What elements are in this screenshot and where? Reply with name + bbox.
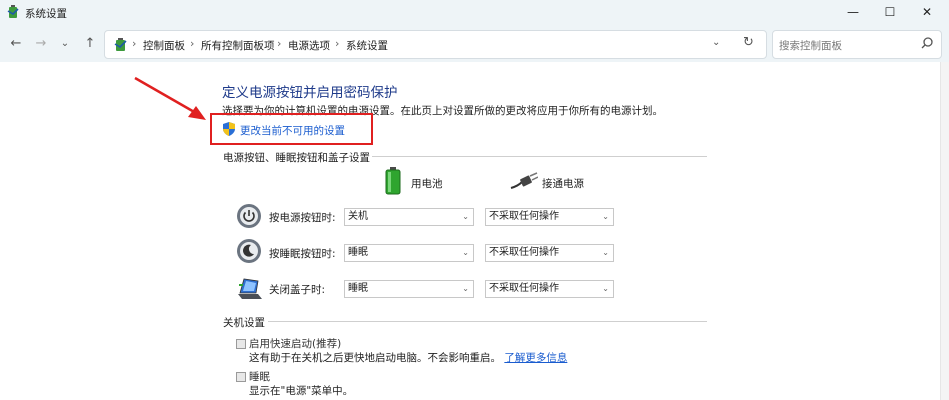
sleep-button-icon: [237, 239, 261, 263]
column-plugged-in: 接通电源: [542, 178, 584, 190]
battery-icon: [385, 167, 401, 195]
chevron-down-icon: ⌄: [462, 212, 469, 221]
power-button-battery-select[interactable]: 关机 ⌄: [344, 208, 474, 226]
fast-startup-desc-text: 这有助于在关机之后更快地启动电脑。不会影响重启。: [249, 352, 501, 364]
power-button-plugged-select[interactable]: 不采取任何操作 ⌄: [485, 208, 614, 226]
section-divider: [372, 156, 707, 157]
power-button-plugged-value: 不采取任何操作: [489, 211, 559, 222]
section-divider: [268, 321, 707, 322]
sleep-button-battery-select[interactable]: 睡眠 ⌄: [344, 244, 474, 262]
power-plug-icon: [510, 172, 538, 189]
laptop-lid-icon: [238, 278, 262, 299]
uac-shield-icon: [223, 122, 235, 136]
power-button-label: 按电源按钮时:: [269, 212, 336, 224]
column-on-battery: 用电池: [411, 178, 443, 190]
chevron-down-icon: ⌄: [462, 284, 469, 293]
sleep-button-plugged-value: 不采取任何操作: [489, 247, 559, 258]
change-unavailable-settings-link[interactable]: 更改当前不可用的设置: [240, 123, 345, 138]
sleep-button-label: 按睡眠按钮时:: [269, 248, 336, 260]
chevron-down-icon: ⌄: [602, 284, 609, 293]
chevron-down-icon: ⌄: [602, 248, 609, 257]
fast-startup-checkbox[interactable]: [236, 339, 246, 349]
chevron-down-icon: ⌄: [462, 248, 469, 257]
power-section-title: 电源按钮、睡眠按钮和盖子设置: [223, 152, 370, 164]
annotation-arrow-icon: [134, 76, 206, 120]
page-title: 定义电源按钮并启用密码保护: [222, 85, 398, 101]
close-lid-plugged-value: 不采取任何操作: [489, 283, 559, 294]
close-lid-battery-value: 睡眠: [348, 283, 368, 294]
power-button-icon: [237, 204, 261, 228]
sleep-button-battery-value: 睡眠: [348, 247, 368, 258]
fast-startup-label: 启用快速启动(推荐): [249, 338, 342, 350]
close-lid-battery-select[interactable]: 睡眠 ⌄: [344, 280, 474, 298]
close-lid-label: 关闭盖子时:: [269, 284, 326, 296]
close-lid-plugged-select[interactable]: 不采取任何操作 ⌄: [485, 280, 614, 298]
sleep-checkbox[interactable]: [236, 372, 246, 382]
sleep-description: 显示在"电源"菜单中。: [249, 385, 354, 397]
learn-more-link[interactable]: 了解更多信息: [504, 352, 567, 364]
shutdown-section-title: 关机设置: [223, 317, 265, 329]
chevron-down-icon: ⌄: [602, 212, 609, 221]
sleep-button-plugged-select[interactable]: 不采取任何操作 ⌄: [485, 244, 614, 262]
power-button-battery-value: 关机: [348, 211, 368, 222]
sleep-label: 睡眠: [249, 371, 270, 383]
fast-startup-description: 这有助于在关机之后更快地启动电脑。不会影响重启。 了解更多信息: [249, 350, 567, 365]
